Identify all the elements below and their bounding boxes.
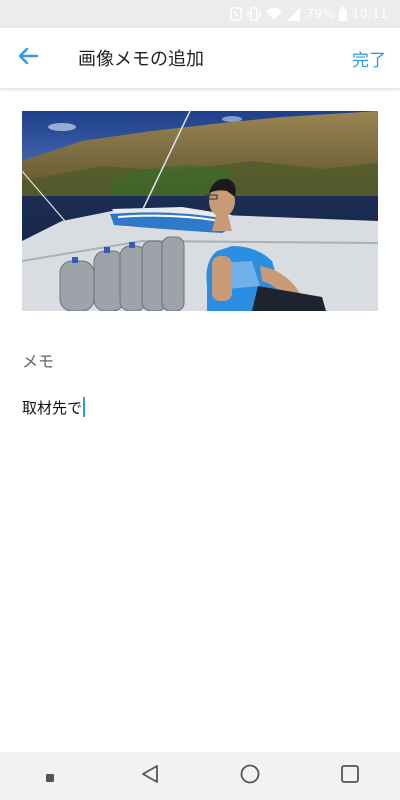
nav-back-button[interactable] [120,752,180,800]
home-button[interactable] [220,752,280,800]
memo-input-text: 取材先で [22,398,83,417]
arrow-back-icon [18,47,39,69]
overview-button[interactable] [320,752,380,800]
text-caret [83,397,86,417]
home-circle-icon [240,764,260,788]
battery-percentage: 79% [306,7,334,21]
wifi-icon [266,7,283,21]
nfc-icon [230,7,243,21]
vibrate-icon [247,7,262,21]
recent-dot-icon [46,767,54,786]
status-bar: 79% 10:11 [0,0,400,28]
status-time: 10:11 [351,7,388,21]
memo-input[interactable]: 取材先で [22,394,378,420]
app-bar: 画像メモの追加 完了 [0,28,400,88]
overview-square-icon [341,765,359,787]
signal-icon [287,7,301,21]
photo-image [22,111,378,311]
page-title: 画像メモの追加 [78,49,204,70]
battery-icon [338,7,347,21]
memo-label: メモ [22,352,55,371]
memo-photo[interactable] [22,111,378,311]
recent-dot-button[interactable] [20,752,80,800]
back-triangle-icon [141,764,159,788]
navigation-bar [0,752,400,800]
back-button[interactable] [0,28,56,88]
done-button[interactable]: 完了 [342,46,400,71]
